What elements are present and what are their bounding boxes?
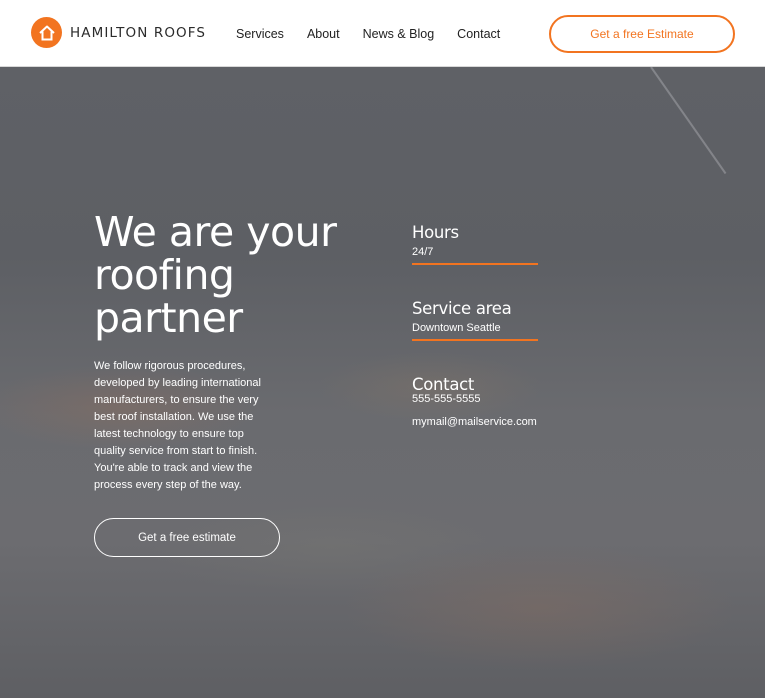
background-streak	[650, 67, 727, 175]
hero-description: We follow rigorous procedures, developed…	[94, 360, 261, 491]
house-icon	[31, 17, 62, 48]
service-area-divider	[412, 339, 538, 341]
hours-block: Hours 24/7	[412, 223, 538, 265]
site-header: HAMILTON ROOFS Services About News & Blo…	[0, 0, 765, 67]
nav-item-services[interactable]: Services	[236, 27, 284, 41]
nav-item-news-blog[interactable]: News & Blog	[363, 27, 435, 41]
hours-divider	[412, 263, 538, 265]
header-estimate-button[interactable]: Get a free Estimate	[549, 15, 735, 53]
brand-name: HAMILTON ROOFS	[70, 24, 207, 41]
hero-title: We are your roofing partner	[94, 208, 337, 342]
hero-estimate-button[interactable]: Get a free estimate	[94, 518, 280, 557]
contact-title: Contact	[412, 375, 475, 394]
hours-value: 24/7	[412, 246, 434, 258]
service-area-value: Downtown Seattle	[412, 322, 501, 334]
service-area-title: Service area	[412, 299, 512, 318]
contact-email[interactable]: mymail@mailservice.com	[412, 416, 538, 428]
main-nav: Services About News & Blog Contact	[236, 27, 523, 41]
hours-title: Hours	[412, 223, 459, 242]
contact-phone[interactable]: 555-555-5555	[412, 393, 538, 405]
logo[interactable]: HAMILTON ROOFS	[31, 17, 206, 48]
nav-item-contact[interactable]: Contact	[457, 27, 500, 41]
page: HAMILTON ROOFS Services About News & Blo…	[0, 0, 765, 698]
nav-item-about[interactable]: About	[307, 27, 340, 41]
contact-block: Contact 555-555-5555 mymail@mailservice.…	[412, 375, 538, 428]
service-area-block: Service area Downtown Seattle	[412, 299, 538, 341]
hero-section: We are your roofing partner We follow ri…	[0, 67, 765, 698]
